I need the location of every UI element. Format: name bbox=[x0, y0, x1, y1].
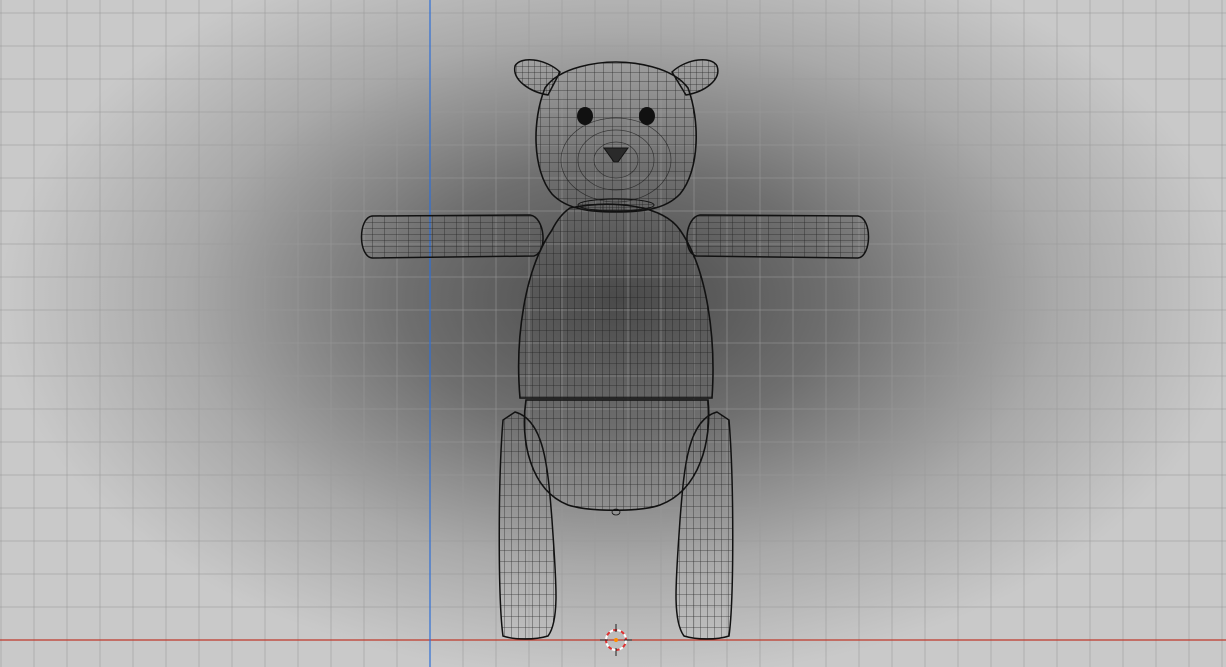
head[interactable] bbox=[535, 61, 697, 213]
eye-left bbox=[577, 107, 593, 125]
torso[interactable] bbox=[517, 203, 714, 399]
teddy-bear-wireframe[interactable] bbox=[0, 0, 1226, 667]
3d-cursor-icon[interactable] bbox=[600, 624, 632, 656]
3d-viewport[interactable] bbox=[0, 0, 1226, 667]
eye-right bbox=[639, 107, 655, 125]
arm-left[interactable] bbox=[360, 214, 544, 259]
arm-right[interactable] bbox=[686, 214, 870, 259]
belly[interactable] bbox=[523, 399, 710, 516]
